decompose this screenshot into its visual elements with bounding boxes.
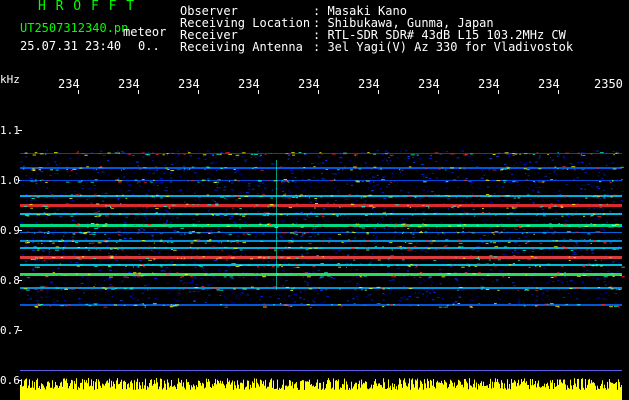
- x-tick-label: 234: [538, 77, 560, 91]
- baseline: [20, 370, 622, 371]
- x-tick-label: 234: [58, 77, 80, 91]
- x-tick-label: 234: [178, 77, 200, 91]
- app-name: H R O F F T: [38, 0, 136, 14]
- signal-band: [20, 304, 622, 306]
- waterfall-spectrogram: [18, 90, 625, 400]
- y-unit-label: kHz: [0, 73, 20, 86]
- signal-band: [20, 180, 622, 181]
- x-tick-label: 234: [118, 77, 140, 91]
- x-tick-label: 234: [418, 77, 440, 91]
- antenna-value: : 3el Yagi(V) Az 330 for Vladivostok: [313, 40, 574, 54]
- antenna-label: Receiving Antenna: [180, 40, 303, 54]
- x-tick-label: 234: [298, 77, 320, 91]
- y-tick-label: 1.0: [0, 174, 20, 187]
- y-tick-label: 0.9: [0, 224, 20, 237]
- x-tick-label: 234: [238, 77, 260, 91]
- signal-strength-bars: [20, 378, 622, 400]
- y-tick-label: 0.6: [0, 374, 20, 387]
- x-tick-label: 2350: [594, 77, 623, 91]
- meteor-streak: [276, 160, 277, 290]
- filename: UT2507312340.pn: [20, 21, 129, 35]
- y-tick-label: 1.1: [0, 124, 20, 137]
- x-tick-label: 234: [358, 77, 380, 91]
- y-tick-label: 0.8: [0, 274, 20, 287]
- signal-band: [20, 167, 622, 169]
- signal-band: [20, 232, 622, 233]
- y-tick-label: 0.7: [0, 324, 20, 337]
- noise-field: [20, 150, 624, 306]
- datetime: 25.07.31 23:40: [20, 39, 122, 53]
- status-text: 0..: [138, 39, 160, 53]
- mode-label: meteor: [123, 25, 167, 39]
- x-tick-label: 234: [478, 77, 500, 91]
